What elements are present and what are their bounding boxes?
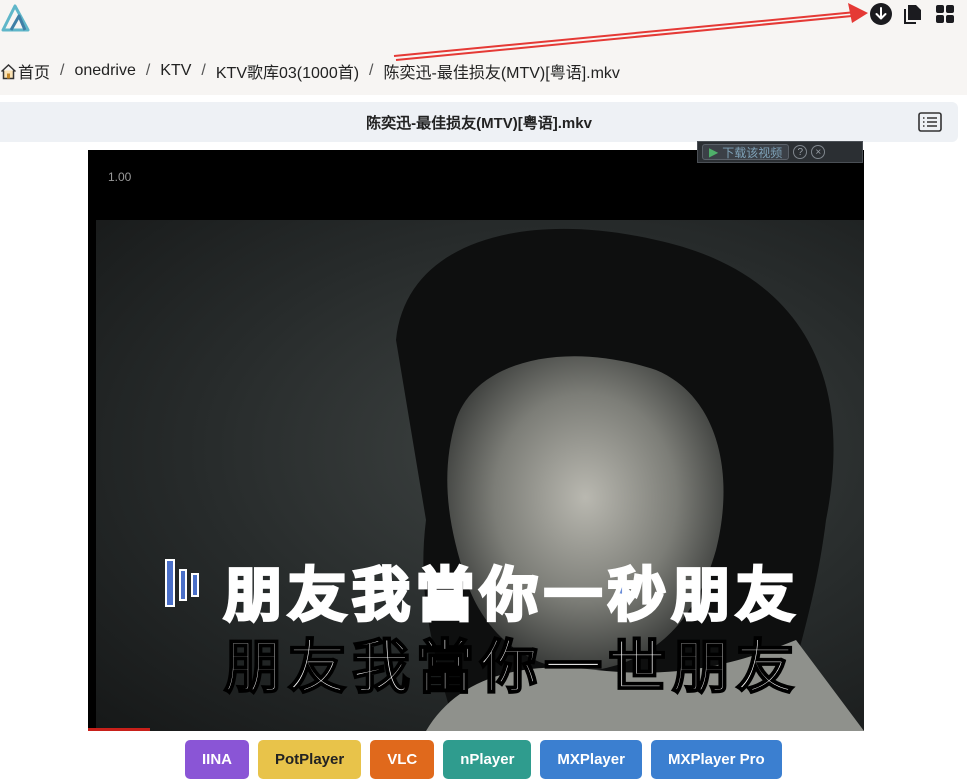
- copy-icon[interactable]: [901, 2, 925, 26]
- download-video-button[interactable]: ▶ 下载该视频: [702, 144, 790, 160]
- mxplayer-pro-button[interactable]: MXPlayer Pro: [650, 740, 782, 779]
- top-bar: 首页 / onedrive / KTV / KTV歌库03(1000首) / 陈…: [0, 0, 967, 95]
- logo-icon[interactable]: [0, 2, 34, 32]
- external-player-buttons: IINA PotPlayer VLC nPlayer MXPlayer MXPl…: [185, 740, 782, 779]
- grid-icon[interactable]: [933, 2, 957, 26]
- nplayer-button[interactable]: nPlayer: [443, 740, 532, 779]
- download-icon[interactable]: [869, 2, 893, 26]
- file-title-bar: 陈奕迅-最佳损友(MTV)[粤语].mkv: [0, 102, 958, 142]
- breadcrumb-item-ktv-library[interactable]: KTV歌库03(1000首): [216, 59, 359, 83]
- breadcrumb-item-onedrive[interactable]: onedrive: [74, 62, 135, 80]
- close-icon[interactable]: ×: [811, 145, 826, 159]
- video-progress-bar[interactable]: [88, 728, 151, 731]
- help-icon[interactable]: ?: [793, 145, 808, 159]
- breadcrumb-home[interactable]: 首页: [18, 59, 50, 83]
- download-video-label: 下载该视频: [722, 145, 783, 160]
- potplayer-button[interactable]: PotPlayer: [258, 740, 362, 779]
- iina-button[interactable]: IINA: [185, 740, 249, 779]
- lyric-line-2: 朋友我當你一世朋友: [223, 632, 801, 702]
- breadcrumb-separator: /: [60, 62, 65, 79]
- video-player[interactable]: 1.00 朋友我當你一秒朋友 朋友我當你一世朋友: [88, 150, 864, 731]
- playback-speed: 1.00: [108, 170, 132, 184]
- breadcrumb-item-file[interactable]: 陈奕迅-最佳损友(MTV)[粤语].mkv: [384, 59, 620, 83]
- breadcrumb-separator: /: [369, 62, 374, 79]
- breadcrumb: 首页 / onedrive / KTV / KTV歌库03(1000首) / 陈…: [0, 60, 620, 82]
- breadcrumb-item-ktv[interactable]: KTV: [160, 62, 191, 80]
- breadcrumb-separator: /: [201, 62, 206, 79]
- video-download-overlay: ▶ 下载该视频 ? ×: [697, 141, 863, 163]
- list-icon[interactable]: [918, 112, 942, 132]
- file-title: 陈奕迅-最佳损友(MTV)[粤语].mkv: [366, 114, 592, 132]
- home-icon[interactable]: [0, 63, 17, 80]
- equalizer-icon: [165, 559, 199, 607]
- mxplayer-button[interactable]: MXPlayer: [540, 740, 642, 779]
- breadcrumb-separator: /: [145, 62, 151, 79]
- top-toolbar: [869, 2, 957, 26]
- vlc-button[interactable]: VLC: [370, 740, 435, 779]
- play-triangle-icon: ▶: [709, 145, 719, 159]
